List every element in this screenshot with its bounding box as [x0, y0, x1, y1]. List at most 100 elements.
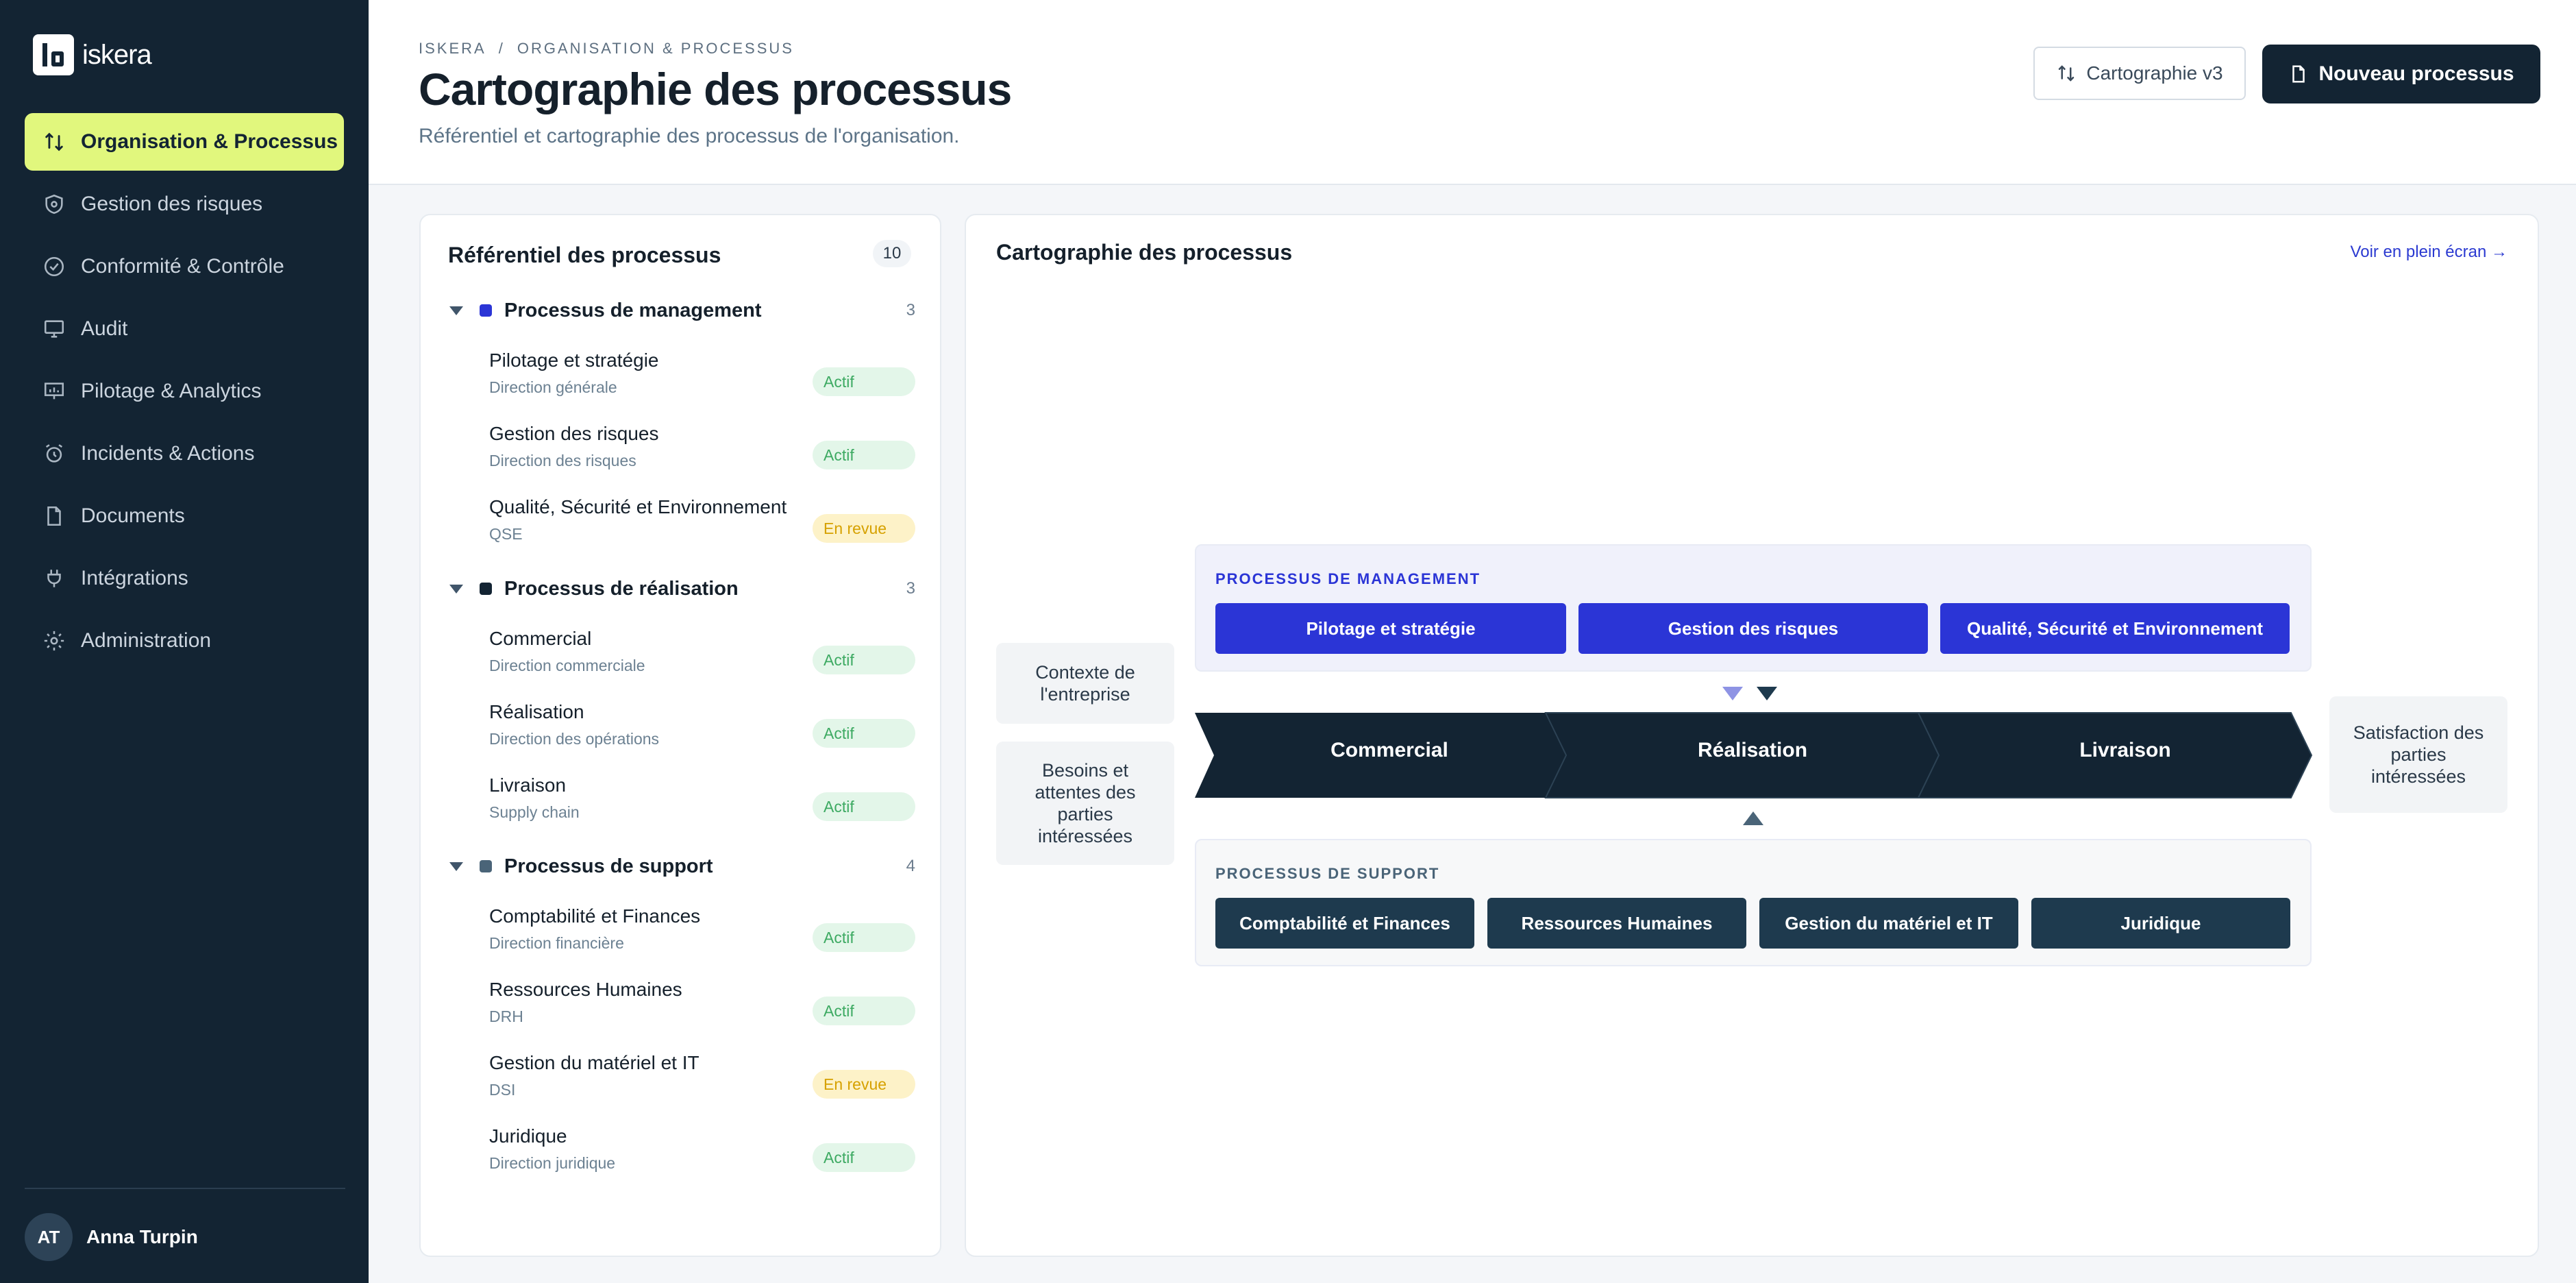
new-process-button[interactable]: Nouveau processus — [2262, 45, 2540, 103]
status-badge: Actif — [813, 792, 915, 821]
count-badge: 10 — [873, 240, 911, 267]
brand-name: iskera — [82, 39, 152, 70]
logo-mark-icon — [33, 34, 74, 75]
swap-arrows-icon — [2059, 65, 2075, 82]
process-owner: DSI — [489, 1081, 516, 1099]
group-color-dot — [480, 304, 492, 317]
panel-title: Cartographie des processus — [996, 240, 1293, 265]
sidebar-item-pilotage[interactable]: Pilotage & Analytics — [25, 363, 344, 420]
arrow-down-icon — [1757, 687, 1777, 700]
document-icon — [47, 506, 61, 526]
sidebar-item-incidents[interactable]: Incidents & Actions — [25, 425, 344, 482]
process-name: Pilotage et stratégie — [489, 350, 659, 371]
map-process-box[interactable]: Pilotage et stratégie — [1215, 603, 1566, 654]
process-owner: Direction des risques — [489, 452, 636, 469]
chevron-label: Livraison — [2079, 739, 2171, 761]
status-badge: En revue — [813, 514, 915, 543]
version-button[interactable]: Cartographie v3 — [2033, 47, 2246, 100]
user-name: Anna Turpin — [86, 1226, 198, 1247]
logo[interactable]: iskera — [33, 34, 152, 75]
page-header: ISKERA / ORGANISATION & PROCESSUS Cartog… — [369, 0, 2576, 185]
map-process-box[interactable]: Ressources Humaines — [1487, 898, 1746, 949]
new-process-button-label: Nouveau processus — [2318, 62, 2514, 85]
process-item[interactable]: Réalisation Direction des opérations Act… — [489, 701, 915, 763]
process-item[interactable]: Livraison Supply chain Actif — [489, 774, 915, 836]
output-satisfaction[interactable]: Satisfaction des parties intéressées — [2329, 696, 2507, 813]
map-process-box[interactable]: Juridique — [2031, 898, 2290, 949]
breadcrumb-separator: / — [498, 40, 505, 57]
breadcrumb-item-root[interactable]: ISKERA — [419, 40, 486, 58]
gear-icon — [44, 631, 64, 651]
status-badge: Actif — [813, 367, 915, 396]
process-owner: DRH — [489, 1007, 523, 1025]
support-band: PROCESSUS DE SUPPORT Comptabilité et Fin… — [1195, 839, 2312, 966]
sidebar-item-label: Conformité & Contrôle — [81, 255, 284, 278]
process-owner: Direction financière — [489, 934, 624, 952]
process-item[interactable]: Gestion du matériel et IT DSI En revue — [489, 1052, 915, 1114]
status-badge: Actif — [813, 646, 915, 674]
document-add-icon — [2292, 65, 2305, 83]
process-item[interactable]: Commercial Direction commerciale Actif — [489, 628, 915, 689]
process-item[interactable]: Qualité, Sécurité et Environnement QSE E… — [489, 496, 915, 558]
process-item[interactable]: Juridique Direction juridique Actif — [489, 1125, 915, 1187]
sidebar-item-label: Pilotage & Analytics — [81, 380, 262, 402]
status-badge: Actif — [813, 719, 915, 748]
map-process-box[interactable]: Gestion des risques — [1578, 603, 1928, 654]
sidebar-item-label: Administration — [81, 629, 212, 652]
sidebar-item-conformite[interactable]: Conformité & Contrôle — [25, 238, 344, 295]
process-item[interactable]: Comptabilité et Finances Direction finan… — [489, 905, 915, 967]
input-context[interactable]: Contexte de l'entreprise — [996, 643, 1174, 724]
caret-down-icon[interactable] — [449, 306, 463, 315]
plug-icon — [47, 570, 61, 587]
process-name: Réalisation — [489, 701, 584, 722]
input-needs[interactable]: Besoins et attentes des parties intéress… — [996, 742, 1174, 865]
sidebar-item-label: Organisation & Processus — [81, 130, 338, 153]
caret-down-icon[interactable] — [449, 584, 463, 594]
group-color-dot — [480, 583, 492, 595]
user-profile[interactable]: AT Anna Turpin — [25, 1213, 198, 1261]
process-name: Ressources Humaines — [489, 979, 682, 1000]
sidebar-nav: Organisation & Processus Gestion des ris… — [25, 113, 344, 674]
monitor-icon — [44, 320, 64, 338]
map-process-box[interactable]: Qualité, Sécurité et Environnement — [1940, 603, 2290, 654]
sidebar-item-label: Audit — [81, 317, 128, 340]
sidebar-item-audit[interactable]: Audit — [25, 300, 344, 358]
page-title: Cartographie des processus — [419, 64, 1012, 114]
version-button-label: Cartographie v3 — [2086, 62, 2223, 84]
sidebar-item-risques[interactable]: Gestion des risques — [25, 175, 344, 233]
group-realisation[interactable]: Processus de réalisation 3 — [449, 572, 915, 606]
band-label: PROCESSUS DE MANAGEMENT — [1215, 570, 1481, 587]
group-management[interactable]: Processus de management 3 — [449, 293, 915, 328]
alarm-clock-icon — [45, 444, 63, 463]
group-support[interactable]: Processus de support 4 — [449, 849, 915, 883]
caret-down-icon[interactable] — [449, 862, 463, 871]
avatar: AT — [25, 1213, 73, 1261]
map-process-box[interactable]: Comptabilité et Finances — [1215, 898, 1474, 949]
sidebar-item-organisation[interactable]: Organisation & Processus — [25, 113, 344, 171]
process-owner: Direction générale — [489, 378, 617, 396]
group-label: Processus de management — [504, 299, 762, 321]
group-label: Processus de support — [504, 855, 713, 877]
arrow-down-icon — [1722, 687, 1743, 700]
arrow-up-icon — [1743, 811, 1763, 825]
sidebar-item-administration[interactable]: Administration — [25, 612, 344, 670]
process-owner: QSE — [489, 525, 523, 543]
fullscreen-link[interactable]: Voir en plein écran → — [2351, 243, 2507, 262]
sidebar-divider — [25, 1188, 345, 1189]
process-item[interactable]: Pilotage et stratégie Direction générale… — [489, 350, 915, 411]
process-item[interactable]: Ressources Humaines DRH Actif — [489, 979, 915, 1040]
sidebar-item-documents[interactable]: Documents — [25, 487, 344, 545]
process-item[interactable]: Gestion des risques Direction des risque… — [489, 423, 915, 485]
chevron-label: Réalisation — [1697, 739, 1808, 761]
swap-arrows-icon — [45, 132, 63, 151]
sidebar-item-integrations[interactable]: Intégrations — [25, 550, 344, 607]
breadcrumb: ISKERA / ORGANISATION & PROCESSUS — [419, 40, 794, 58]
status-badge: Actif — [813, 923, 915, 952]
group-count: 3 — [906, 579, 915, 598]
process-name: Gestion des risques — [489, 423, 659, 444]
process-name: Qualité, Sécurité et Environnement — [489, 496, 787, 517]
group-count: 4 — [906, 857, 915, 875]
process-owner: Supply chain — [489, 803, 580, 821]
map-process-box[interactable]: Gestion du matériel et IT — [1759, 898, 2018, 949]
breadcrumb-item-current[interactable]: ORGANISATION & PROCESSUS — [517, 40, 794, 58]
